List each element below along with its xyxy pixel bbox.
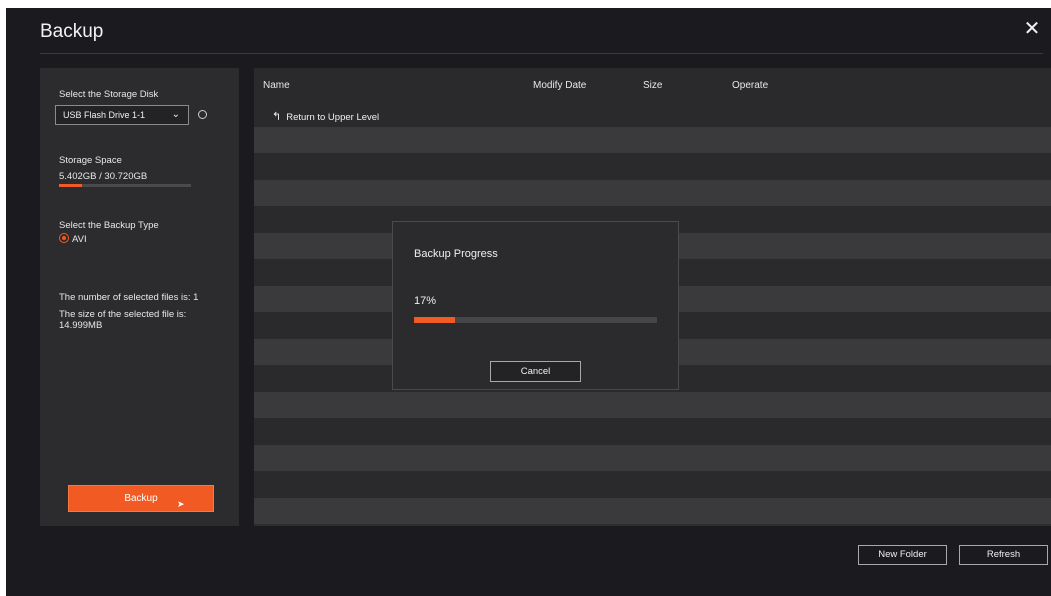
table-row <box>254 153 1051 180</box>
left-panel: Select the Storage Disk USB Flash Drive … <box>40 68 239 526</box>
table-row <box>254 126 1051 153</box>
storage-disk-select[interactable]: USB Flash Drive 1-1 ⌄ <box>55 105 189 125</box>
backup-progress-modal: Backup Progress 17% Cancel <box>392 221 679 390</box>
table-row <box>254 418 1051 445</box>
storage-disk-value: USB Flash Drive 1-1 <box>63 110 146 120</box>
backup-button-label: Backup <box>124 493 158 504</box>
return-upper-level[interactable]: ↰ Return to Upper Level <box>272 110 379 123</box>
selected-size-value: 14.999MB <box>59 320 103 331</box>
title-divider <box>40 53 1043 54</box>
selected-size-label: The size of the selected file is: <box>59 309 187 320</box>
progress-percent: 17% <box>414 295 437 307</box>
storage-disk-label: Select the Storage Disk <box>59 89 159 100</box>
chevron-down-icon: ⌄ <box>171 109 180 120</box>
progress-bar <box>414 317 657 323</box>
backup-type-label: Select the Backup Type <box>59 220 159 231</box>
table-header: Name Modify Date Size Operate <box>254 68 1051 100</box>
refresh-disk-icon[interactable] <box>198 110 207 119</box>
storage-space-label: Storage Space <box>59 155 122 166</box>
selected-files-count: The number of selected files is: 1 <box>59 292 199 303</box>
column-modify-date: Modify Date <box>533 80 587 91</box>
return-arrow-icon: ↰ <box>272 111 282 123</box>
backup-dialog: Backup ✕ Select the Storage Disk USB Fla… <box>6 8 1051 596</box>
refresh-button[interactable]: Refresh <box>959 545 1048 565</box>
cancel-button[interactable]: Cancel <box>490 361 581 382</box>
avi-radio[interactable] <box>59 233 69 243</box>
storage-space-value: 5.402GB / 30.720GB <box>59 171 148 182</box>
backup-button[interactable]: Backup ➤ <box>68 485 214 512</box>
column-name: Name <box>263 80 290 91</box>
storage-usage-bar <box>59 184 191 187</box>
dialog-title: Backup <box>40 21 104 42</box>
table-row <box>254 444 1051 471</box>
storage-usage-fill <box>59 184 83 187</box>
column-operate: Operate <box>732 80 769 91</box>
table-row <box>254 179 1051 206</box>
progress-fill <box>414 317 456 323</box>
table-row <box>254 471 1051 498</box>
close-icon[interactable]: ✕ <box>1021 18 1043 40</box>
modal-title: Backup Progress <box>414 248 498 260</box>
table-row <box>254 391 1051 418</box>
mouse-cursor-icon: ➤ <box>177 499 185 509</box>
avi-radio-label: AVI <box>72 234 87 245</box>
new-folder-button[interactable]: New Folder <box>858 545 947 565</box>
table-row <box>254 497 1051 524</box>
column-size: Size <box>643 80 663 91</box>
return-upper-level-label: Return to Upper Level <box>286 112 380 123</box>
